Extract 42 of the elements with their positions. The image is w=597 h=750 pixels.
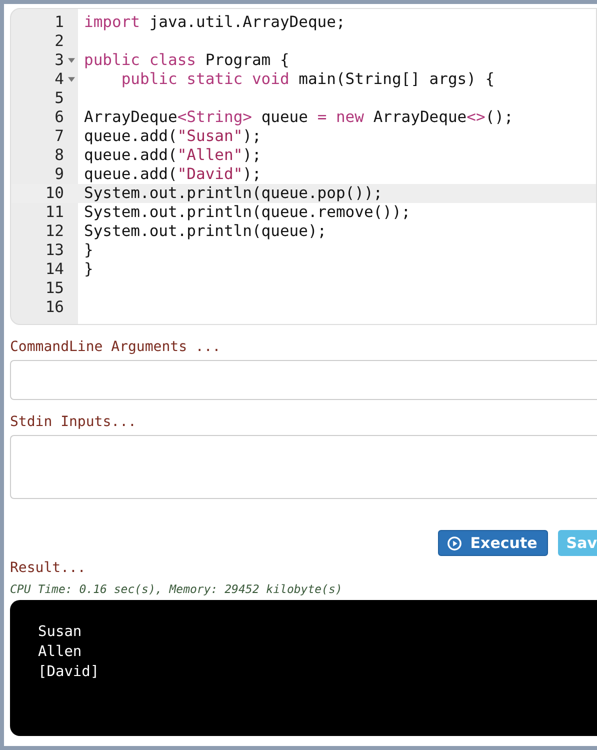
line-number: 15 xyxy=(45,279,64,298)
code-line: System.out.println(queue.pop()); xyxy=(84,184,383,202)
field-label: Stdin Inputs... xyxy=(10,414,136,430)
play-icon xyxy=(447,536,462,550)
line-number: 7 xyxy=(54,127,64,146)
line-number: 16 xyxy=(45,298,64,317)
line-number: 8 xyxy=(54,146,64,165)
line-number: 10 xyxy=(45,184,64,203)
run-stats: CPU Time: 0.16 sec(s), Memory: 29452 kilobyte(s) xyxy=(10,582,342,596)
result-label: Result... xyxy=(10,560,86,576)
code-line: public static void main(String[] args) { xyxy=(120,70,495,88)
arguments-field[interactable] xyxy=(10,360,597,400)
action-button[interactable]: Execute xyxy=(438,530,548,556)
output-line: Allen xyxy=(38,643,82,662)
stdin-field[interactable] xyxy=(10,435,597,499)
code-line: System.out.println(queue); xyxy=(84,222,327,240)
code-line: } xyxy=(84,260,94,278)
code-line: import java.util.ArrayDeque; xyxy=(84,13,346,31)
code-line: queue.add("Allen"); xyxy=(84,146,262,164)
code-editor[interactable] xyxy=(10,8,597,325)
code-line: queue.add("David"); xyxy=(84,165,262,183)
fold-arrow-icon[interactable] xyxy=(68,58,74,63)
field-label: CommandLine Arguments ... xyxy=(10,339,221,355)
code-line: queue.add("Susan"); xyxy=(84,127,262,145)
code-line: public class Program { xyxy=(84,51,290,69)
fold-arrow-icon[interactable] xyxy=(68,77,74,82)
code-line: ArrayDeque<String> queue = new ArrayDeque<>(); xyxy=(84,108,514,126)
code-line: System.out.println(queue.remove()); xyxy=(84,203,411,221)
line-number: 14 xyxy=(45,260,64,279)
line-number: 13 xyxy=(45,241,64,260)
line-number: 12 xyxy=(45,222,64,241)
code-line: } xyxy=(84,241,94,259)
line-number: 2 xyxy=(54,32,64,51)
line-number: 5 xyxy=(54,89,64,108)
line-number: 1 xyxy=(54,13,64,32)
line-number: 11 xyxy=(45,203,64,222)
output-line: Susan xyxy=(38,623,82,642)
output-line: [David] xyxy=(38,663,100,682)
line-number: 3 xyxy=(54,51,64,70)
line-number: 4 xyxy=(54,70,64,89)
line-number: 9 xyxy=(54,165,64,184)
line-number: 6 xyxy=(54,108,64,127)
